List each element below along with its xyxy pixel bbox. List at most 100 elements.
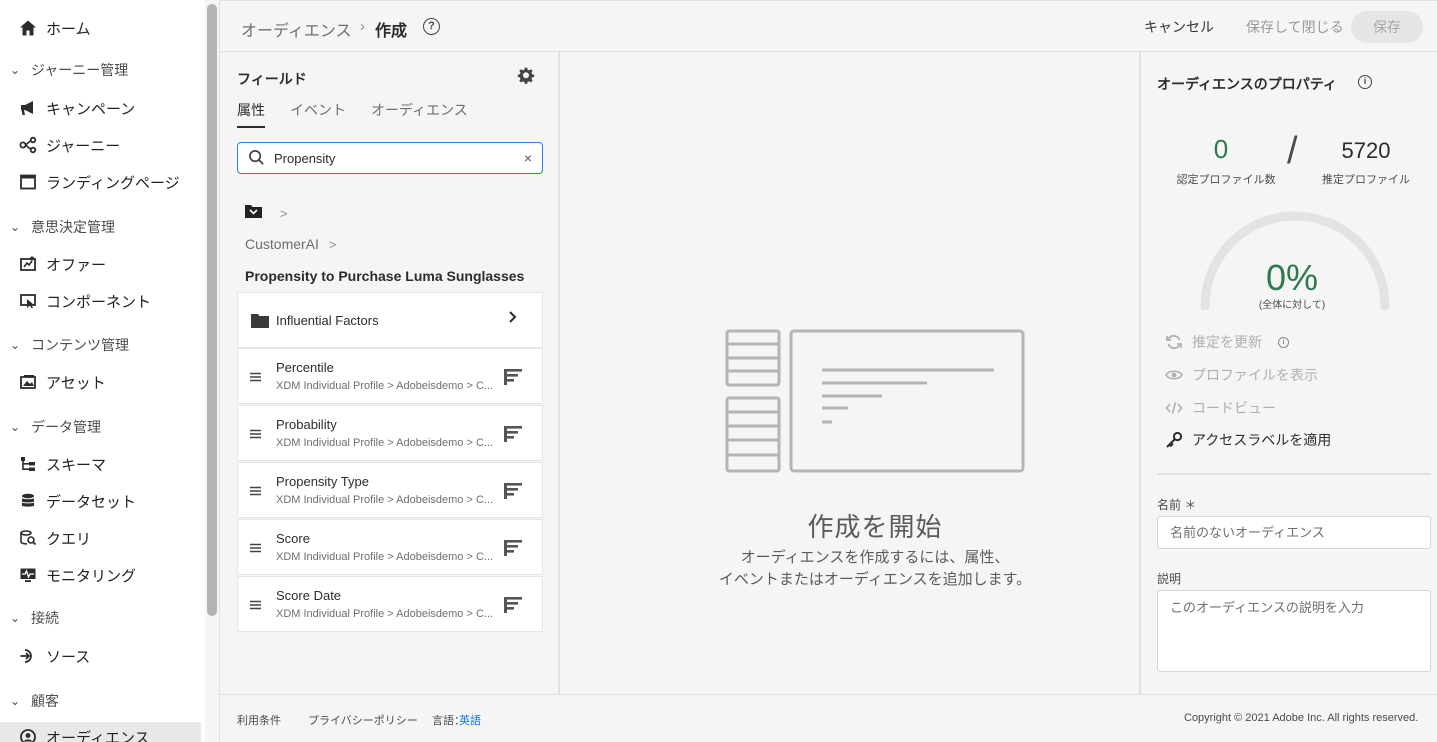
field-item-score[interactable]: Score XDM Individual Profile > Adobeisde… xyxy=(237,519,543,575)
apply-access-labels-button[interactable]: アクセスラベルを適用 xyxy=(1165,430,1331,450)
nav-item-schemas[interactable]: スキーマ xyxy=(18,452,106,476)
code-icon xyxy=(1165,399,1183,417)
nav-item-sources[interactable]: ソース xyxy=(18,644,90,668)
terms-link[interactable]: 利用条件 xyxy=(237,712,281,728)
nav-section-label: 意思決定管理 xyxy=(31,219,115,235)
language-selector[interactable]: 英語 xyxy=(459,712,481,728)
action-label: 推定を更新 xyxy=(1192,334,1262,350)
code-view-button[interactable]: コードビュー xyxy=(1165,398,1276,418)
field-title: Score xyxy=(276,531,310,546)
nav-section-journey[interactable]: ⌄ ジャーニー管理 xyxy=(10,59,128,81)
chevron-down-icon: ⌄ xyxy=(10,338,21,352)
chevron-right-icon xyxy=(508,310,518,329)
field-item-percentile[interactable]: Percentile XDM Individual Profile > Adob… xyxy=(237,348,543,404)
distribution-icon[interactable] xyxy=(504,368,522,391)
nav-item-components[interactable]: コンポーネント xyxy=(18,289,151,313)
nav-item-label: ランディングページ xyxy=(46,174,180,192)
source-icon xyxy=(18,646,38,666)
nav-item-journeys[interactable]: ジャーニー xyxy=(18,133,120,157)
field-title: Score Date xyxy=(276,588,342,603)
view-profiles-button[interactable]: プロファイルを表示 xyxy=(1165,365,1318,385)
refresh-estimate-button[interactable]: 推定を更新 i xyxy=(1165,332,1289,352)
help-icon[interactable]: ? xyxy=(423,18,440,35)
fields-panel: フィールド 属性 イベント オーディエンス × > CustomerAI > P… xyxy=(220,52,560,694)
group-title: Propensity to Purchase Luma Sunglasses xyxy=(245,268,525,284)
info-icon[interactable]: i xyxy=(1278,336,1289,348)
distribution-icon[interactable] xyxy=(504,596,522,619)
drag-handle-icon[interactable] xyxy=(250,540,262,558)
nav-item-audiences[interactable]: オーディエンス xyxy=(18,725,150,742)
nav-section-data[interactable]: ⌄ データ管理 xyxy=(10,416,101,438)
field-item-probability[interactable]: Probability XDM Individual Profile > Ado… xyxy=(237,405,543,461)
percentage-value: 0% xyxy=(1265,257,1319,298)
info-icon[interactable]: i xyxy=(1358,75,1372,89)
field-item-score-date[interactable]: Score Date XDM Individual Profile > Adob… xyxy=(237,576,543,632)
name-field[interactable] xyxy=(1157,516,1431,549)
description-field[interactable] xyxy=(1157,590,1431,672)
drag-handle-icon[interactable] xyxy=(250,483,262,501)
nav-scrollbar[interactable] xyxy=(207,4,217,616)
journey-icon xyxy=(18,135,38,155)
breadcrumb-root[interactable]: > xyxy=(245,204,288,223)
field-item-propensity-type[interactable]: Propensity Type XDM Individual Profile >… xyxy=(237,462,543,518)
field-path: XDM Individual Profile > Adobeisdemo > C… xyxy=(276,380,494,392)
nav-item-home[interactable]: ホーム xyxy=(18,16,91,40)
drag-handle-icon[interactable] xyxy=(250,369,262,387)
folder-item-influential-factors[interactable]: Influential Factors xyxy=(237,292,543,348)
nav-item-campaigns[interactable]: キャンペーン xyxy=(18,96,135,120)
refresh-icon xyxy=(1165,333,1183,351)
field-title: Propensity Type xyxy=(276,474,369,489)
search-input[interactable] xyxy=(274,150,524,166)
percentage-caption: (全体に対して) xyxy=(1258,300,1326,311)
builder-canvas[interactable]: 作成を開始 オーディエンスを作成するには、属性、 イベントまたはオーディエンスを… xyxy=(562,52,1138,694)
privacy-link[interactable]: プライバシーポリシー xyxy=(308,712,418,728)
chevron-down-icon: ⌄ xyxy=(10,220,21,234)
nav-item-offers[interactable]: オファー xyxy=(18,252,106,276)
nav-section-label: 顧客 xyxy=(31,693,59,709)
audience-icon xyxy=(18,727,38,742)
nav-item-label: スキーマ xyxy=(46,456,107,474)
empty-state-title: 作成を開始 xyxy=(807,512,943,542)
nav-item-datasets[interactable]: データセット xyxy=(18,489,136,513)
nav-section-connections[interactable]: ⌄ 接続 xyxy=(10,607,59,629)
nav-section-decision[interactable]: ⌄ 意思決定管理 xyxy=(10,216,115,238)
gear-icon[interactable] xyxy=(517,67,537,87)
breadcrumb-separator: › xyxy=(360,18,365,35)
divider xyxy=(1157,473,1431,475)
nav-item-assets[interactable]: アセット xyxy=(18,370,106,394)
nav-item-label: モニタリング xyxy=(46,567,137,585)
nav-item-queries[interactable]: クエリ xyxy=(18,526,91,550)
nav-item-landing-pages[interactable]: ランディングページ xyxy=(18,170,180,194)
fields-title: フィールド xyxy=(237,71,307,87)
footer: 利用条件 プライバシーポリシー 言語： 英語 Copyright © 2021 … xyxy=(220,694,1437,742)
qualified-profiles-count: 0 xyxy=(1213,134,1229,164)
distribution-icon[interactable] xyxy=(504,482,522,505)
save-and-close-button[interactable]: 保存して閉じる xyxy=(1246,17,1344,37)
breadcrumb-audiences[interactable]: オーディエンス xyxy=(241,17,352,41)
database-icon xyxy=(18,491,38,511)
nav-section-customers[interactable]: ⌄ 顧客 xyxy=(10,690,59,712)
nav-section-content[interactable]: ⌄ コンテンツ管理 xyxy=(10,334,129,356)
count-divider: / xyxy=(1287,130,1298,172)
folder-icon xyxy=(251,313,269,333)
offer-icon xyxy=(18,254,38,274)
estimated-profiles-count: 5720 xyxy=(1341,138,1391,163)
nav-item-monitoring[interactable]: モニタリング xyxy=(18,563,136,587)
schema-icon xyxy=(18,454,38,474)
tab-attributes[interactable]: 属性 xyxy=(237,100,265,128)
breadcrumb-separator: > xyxy=(280,206,288,221)
breadcrumb-customerai[interactable]: CustomerAI > xyxy=(245,236,336,252)
save-button[interactable]: 保存 xyxy=(1351,11,1423,43)
cancel-button[interactable]: キャンセル xyxy=(1144,17,1214,37)
tab-audiences[interactable]: オーディエンス xyxy=(371,100,468,128)
nav-item-label: コンポーネント xyxy=(46,293,152,311)
distribution-icon[interactable] xyxy=(504,539,522,562)
drag-handle-icon[interactable] xyxy=(250,426,262,444)
clear-icon[interactable]: × xyxy=(524,150,532,166)
key-icon xyxy=(1165,431,1183,449)
tab-events[interactable]: イベント xyxy=(290,100,346,128)
folder-label: Influential Factors xyxy=(276,313,379,328)
header-bar: オーディエンス › 作成 ? キャンセル 保存して閉じる 保存 xyxy=(220,0,1437,52)
distribution-icon[interactable] xyxy=(504,425,522,448)
drag-handle-icon[interactable] xyxy=(250,597,262,615)
